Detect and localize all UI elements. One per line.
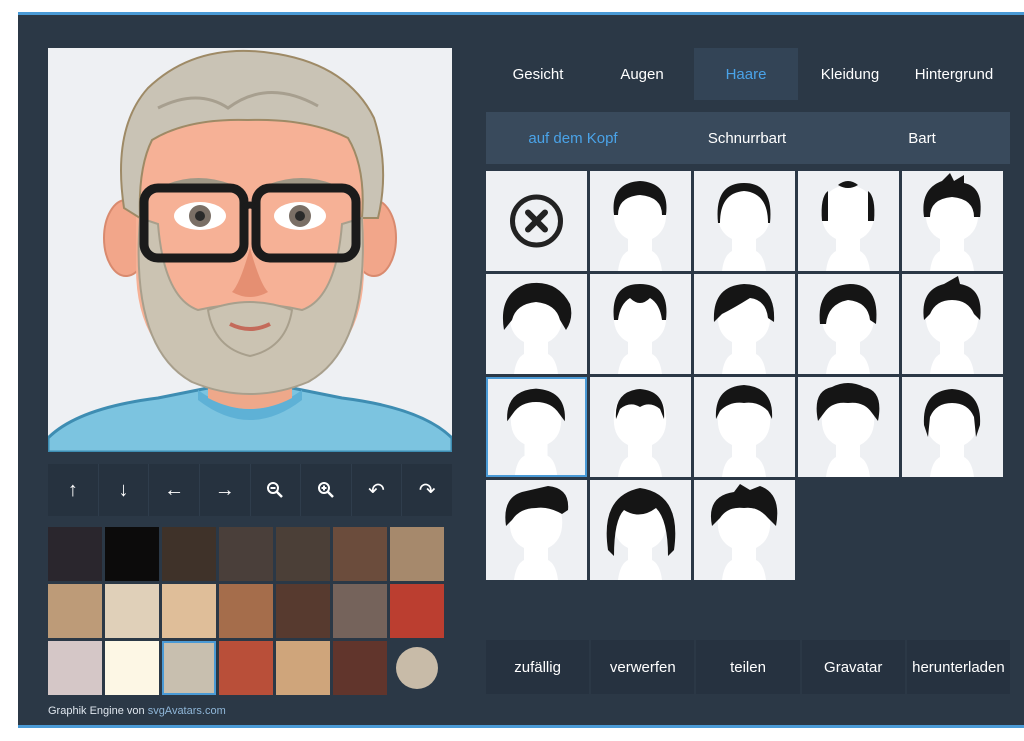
move-down-button[interactable]: ↓ xyxy=(99,464,150,516)
hair-style-option[interactable] xyxy=(694,480,795,580)
hair-style-option[interactable] xyxy=(590,377,691,477)
tab-haare[interactable]: Haare xyxy=(694,48,798,100)
hair-style-option[interactable] xyxy=(486,480,587,580)
zoom-out-icon xyxy=(267,482,284,498)
download-button[interactable]: herunterladen xyxy=(906,640,1011,694)
action-bar: zufällig verwerfen teilen Gravatar herun… xyxy=(486,640,1011,694)
hair-style-option[interactable] xyxy=(486,377,587,477)
zoom-out-button[interactable] xyxy=(251,464,302,516)
category-tabs: Gesicht Augen Haare Kleidung Hintergrund xyxy=(486,48,1010,100)
current-color-indicator xyxy=(396,647,438,689)
color-swatch[interactable] xyxy=(48,584,102,638)
color-swatch[interactable] xyxy=(276,641,330,695)
hair-style-option[interactable] xyxy=(590,171,691,271)
color-palette xyxy=(48,527,452,695)
move-right-button[interactable]: → xyxy=(200,464,251,516)
arrow-up-icon: ↑ xyxy=(67,478,78,501)
hair-style-thumbnail xyxy=(715,385,773,477)
hair-style-thumbnail xyxy=(613,284,667,374)
hair-style-option[interactable] xyxy=(590,480,691,580)
hair-style-option[interactable] xyxy=(694,274,795,374)
color-swatch[interactable] xyxy=(105,641,159,695)
hair-style-option[interactable] xyxy=(590,274,691,374)
hair-style-option[interactable] xyxy=(902,171,1003,271)
remove-icon xyxy=(510,194,563,248)
color-swatch[interactable] xyxy=(390,584,444,638)
color-swatch[interactable] xyxy=(219,527,273,581)
color-swatch[interactable] xyxy=(105,584,159,638)
transform-toolbar: ↑ ↓ ← → ↶ ↷ xyxy=(48,464,452,516)
color-swatch[interactable] xyxy=(390,527,444,581)
color-swatch[interactable] xyxy=(333,527,387,581)
hair-style-option[interactable] xyxy=(694,171,795,271)
color-swatch[interactable] xyxy=(390,641,444,695)
hair-style-thumbnail xyxy=(713,284,775,374)
credit-text: Graphik Engine von svgAvatars.com xyxy=(48,705,226,717)
hair-style-thumbnail xyxy=(923,276,981,374)
hair-style-option[interactable] xyxy=(798,171,899,271)
redo-icon: ↷ xyxy=(418,479,436,502)
hair-style-thumbnail xyxy=(819,284,877,374)
arrow-down-icon: ↓ xyxy=(118,478,129,501)
hair-style-option[interactable] xyxy=(902,274,1003,374)
hair-none-option[interactable] xyxy=(486,171,587,271)
credit-link[interactable]: svgAvatars.com xyxy=(148,705,226,717)
zoom-in-icon xyxy=(317,482,334,498)
hair-style-thumbnail xyxy=(613,389,667,477)
color-swatch[interactable] xyxy=(276,584,330,638)
hair-style-thumbnail xyxy=(816,383,880,477)
color-swatch[interactable] xyxy=(162,584,216,638)
tab-augen[interactable]: Augen xyxy=(590,48,694,100)
hair-style-thumbnail xyxy=(502,282,572,374)
hair-style-thumbnail xyxy=(606,488,676,580)
hair-style-thumbnail xyxy=(821,181,875,271)
gravatar-button[interactable]: Gravatar xyxy=(801,640,905,694)
hair-style-thumbnail xyxy=(923,389,981,477)
hair-style-thumbnail xyxy=(613,181,667,271)
subtab-mustache[interactable]: Schnurrbart xyxy=(660,112,834,164)
hair-style-thumbnail xyxy=(717,183,771,271)
tab-kleidung[interactable]: Kleidung xyxy=(798,48,902,100)
hair-style-option[interactable] xyxy=(486,274,587,374)
hair-style-thumbnail xyxy=(507,388,565,475)
undo-icon: ↶ xyxy=(368,479,385,502)
color-swatch[interactable] xyxy=(219,641,273,695)
tab-hintergrund[interactable]: Hintergrund xyxy=(902,48,1006,100)
avatar-illustration xyxy=(48,49,452,452)
arrow-left-icon: ← xyxy=(164,478,185,501)
hair-style-option[interactable] xyxy=(798,377,899,477)
share-button[interactable]: teilen xyxy=(696,640,800,694)
discard-button[interactable]: verwerfen xyxy=(591,640,695,694)
undo-button[interactable]: ↶ xyxy=(352,464,403,516)
color-swatch[interactable] xyxy=(333,641,387,695)
hair-style-thumbnail xyxy=(710,484,778,580)
arrow-right-icon: → xyxy=(214,478,235,501)
redo-button[interactable]: ↷ xyxy=(402,464,452,516)
avatar-preview xyxy=(48,48,452,452)
tab-gesicht[interactable]: Gesicht xyxy=(486,48,590,100)
color-swatch[interactable] xyxy=(276,527,330,581)
hair-style-option[interactable] xyxy=(798,274,899,374)
color-swatch[interactable] xyxy=(105,527,159,581)
color-swatch[interactable] xyxy=(333,584,387,638)
hair-subtabs: auf dem Kopf Schnurrbart Bart xyxy=(486,112,1010,164)
hair-style-option[interactable] xyxy=(694,377,795,477)
color-swatch[interactable] xyxy=(48,641,102,695)
hair-style-thumbnail xyxy=(923,173,981,271)
subtab-head[interactable]: auf dem Kopf xyxy=(486,112,660,164)
zoom-in-button[interactable] xyxy=(301,464,352,516)
move-up-button[interactable]: ↑ xyxy=(48,464,99,516)
hair-style-thumbnail xyxy=(505,486,569,580)
random-button[interactable]: zufällig xyxy=(486,640,590,694)
avatar-editor: ↑ ↓ ← → ↶ ↷ Graphik Engine von svgAvatar… xyxy=(18,12,1024,728)
hair-style-option[interactable] xyxy=(902,377,1003,477)
hair-style-grid xyxy=(486,171,1010,580)
color-swatch[interactable] xyxy=(48,527,102,581)
color-swatch[interactable] xyxy=(219,584,273,638)
color-swatch[interactable] xyxy=(162,641,216,695)
move-left-button[interactable]: ← xyxy=(149,464,200,516)
color-swatch[interactable] xyxy=(162,527,216,581)
subtab-beard[interactable]: Bart xyxy=(834,112,1010,164)
